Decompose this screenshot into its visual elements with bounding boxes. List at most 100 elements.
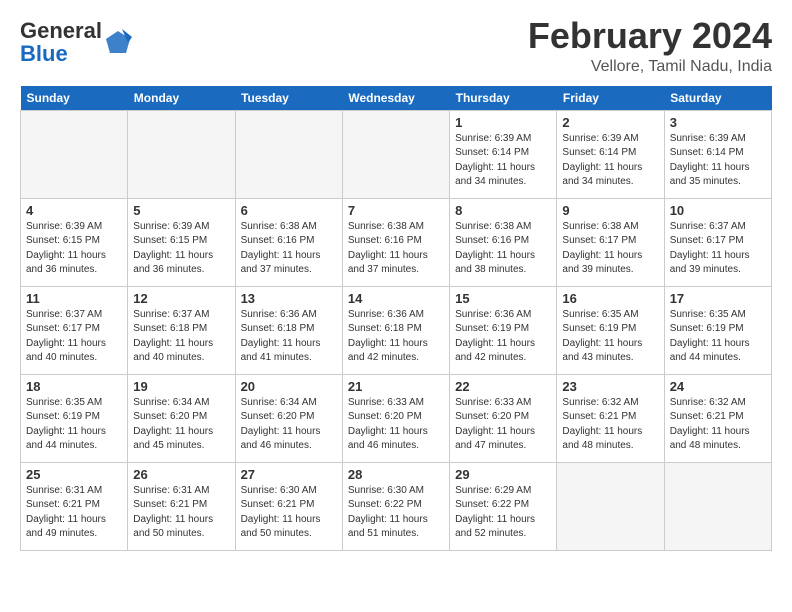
day-number: 1 xyxy=(455,115,551,130)
calendar-cell: 7Sunrise: 6:38 AMSunset: 6:16 PMDaylight… xyxy=(342,198,449,286)
logo-text: General Blue xyxy=(20,20,102,66)
day-info: Sunrise: 6:36 AMSunset: 6:18 PMDaylight:… xyxy=(241,308,337,366)
calendar-cell: 12 Sunrise: 6:37 AMSunset: 6:18 PMDayligh… xyxy=(128,286,235,374)
day-number: 16 xyxy=(562,291,658,306)
day-number: 20 xyxy=(241,379,337,394)
day-info: Sunrise: 6:38 AMSunset: 6:17 PMDaylight:… xyxy=(562,220,658,278)
calendar-cell: 25 Sunrise: 6:31 AMSunset: 6:21 PMDayligh… xyxy=(21,462,128,550)
col-header-friday: Friday xyxy=(557,86,664,111)
calendar-cell: 1 Sunrise: 6:39 AMSunset: 6:14 PMDaylight… xyxy=(450,110,557,198)
calendar-cell: 23Sunrise: 6:32 AMSunset: 6:21 PMDayligh… xyxy=(557,374,664,462)
week-row-5: 25 Sunrise: 6:31 AMSunset: 6:21 PMDayligh… xyxy=(21,462,772,550)
day-info: Sunrise: 6:39 AMSunset: 6:15 PMDaylight:… xyxy=(133,220,229,278)
calendar-cell xyxy=(557,462,664,550)
calendar-cell: 29 Sunrise: 6:29 AMSunset: 6:22 PMDayligh… xyxy=(450,462,557,550)
calendar-table: SundayMondayTuesdayWednesdayThursdayFrid… xyxy=(20,86,772,551)
day-number: 2 xyxy=(562,115,658,130)
calendar-cell: 13 Sunrise: 6:36 AMSunset: 6:18 PMDayligh… xyxy=(235,286,342,374)
day-info: Sunrise: 6:33 AMSunset: 6:20 PMDaylight:… xyxy=(455,396,551,454)
day-number: 18 xyxy=(26,379,122,394)
day-number: 13 xyxy=(241,291,337,306)
calendar-cell xyxy=(342,110,449,198)
day-number: 24 xyxy=(670,379,766,394)
day-number: 21 xyxy=(348,379,444,394)
day-number: 19 xyxy=(133,379,229,394)
calendar-cell: 16 Sunrise: 6:35 AMSunset: 6:19 PMDayligh… xyxy=(557,286,664,374)
day-number: 9 xyxy=(562,203,658,218)
day-number: 15 xyxy=(455,291,551,306)
calendar-cell xyxy=(664,462,771,550)
calendar-cell: 24 Sunrise: 6:32 AMSunset: 6:21 PMDayligh… xyxy=(664,374,771,462)
day-number: 22 xyxy=(455,379,551,394)
week-row-1: 1 Sunrise: 6:39 AMSunset: 6:14 PMDaylight… xyxy=(21,110,772,198)
day-number: 14 xyxy=(348,291,444,306)
day-info: Sunrise: 6:30 AMSunset: 6:22 PMDaylight:… xyxy=(348,484,444,542)
day-info: Sunrise: 6:31 AMSunset: 6:21 PMDaylight:… xyxy=(26,484,122,542)
col-header-monday: Monday xyxy=(128,86,235,111)
logo-blue: Blue xyxy=(20,41,68,66)
day-info: Sunrise: 6:39 AMSunset: 6:14 PMDaylight:… xyxy=(455,132,551,190)
calendar-cell xyxy=(128,110,235,198)
day-number: 25 xyxy=(26,467,122,482)
subtitle: Vellore, Tamil Nadu, India xyxy=(528,58,772,76)
day-number: 23 xyxy=(562,379,658,394)
day-number: 28 xyxy=(348,467,444,482)
calendar-cell: 10Sunrise: 6:37 AMSunset: 6:17 PMDayligh… xyxy=(664,198,771,286)
day-info: Sunrise: 6:32 AMSunset: 6:21 PMDaylight:… xyxy=(670,396,766,454)
calendar-cell xyxy=(235,110,342,198)
title-block: February 2024 Vellore, Tamil Nadu, India xyxy=(528,16,772,76)
day-info: Sunrise: 6:34 AMSunset: 6:20 PMDaylight:… xyxy=(133,396,229,454)
week-row-4: 18 Sunrise: 6:35 AMSunset: 6:19 PMDayligh… xyxy=(21,374,772,462)
day-number: 26 xyxy=(133,467,229,482)
day-number: 17 xyxy=(670,291,766,306)
day-number: 29 xyxy=(455,467,551,482)
week-row-3: 11 Sunrise: 6:37 AMSunset: 6:17 PMDayligh… xyxy=(21,286,772,374)
day-number: 8 xyxy=(455,203,551,218)
day-info: Sunrise: 6:39 AMSunset: 6:15 PMDaylight:… xyxy=(26,220,122,278)
day-info: Sunrise: 6:29 AMSunset: 6:22 PMDaylight:… xyxy=(455,484,551,542)
day-info: Sunrise: 6:30 AMSunset: 6:21 PMDaylight:… xyxy=(241,484,337,542)
day-number: 11 xyxy=(26,291,122,306)
calendar-cell: 3Sunrise: 6:39 AMSunset: 6:14 PMDaylight… xyxy=(664,110,771,198)
calendar-cell: 14 Sunrise: 6:36 AMSunset: 6:18 PMDayligh… xyxy=(342,286,449,374)
calendar-cell: 11 Sunrise: 6:37 AMSunset: 6:17 PMDayligh… xyxy=(21,286,128,374)
calendar-cell: 8 Sunrise: 6:38 AMSunset: 6:16 PMDaylight… xyxy=(450,198,557,286)
day-number: 5 xyxy=(133,203,229,218)
calendar-cell: 17 Sunrise: 6:35 AMSunset: 6:19 PMDayligh… xyxy=(664,286,771,374)
day-info: Sunrise: 6:38 AMSunset: 6:16 PMDaylight:… xyxy=(348,220,444,278)
calendar-cell: 6Sunrise: 6:38 AMSunset: 6:16 PMDaylight… xyxy=(235,198,342,286)
day-info: Sunrise: 6:35 AMSunset: 6:19 PMDaylight:… xyxy=(562,308,658,366)
calendar-cell: 19 Sunrise: 6:34 AMSunset: 6:20 PMDayligh… xyxy=(128,374,235,462)
calendar-cell: 2Sunrise: 6:39 AMSunset: 6:14 PMDaylight… xyxy=(557,110,664,198)
calendar-cell: 15Sunrise: 6:36 AMSunset: 6:19 PMDayligh… xyxy=(450,286,557,374)
calendar-cell xyxy=(21,110,128,198)
day-number: 10 xyxy=(670,203,766,218)
day-info: Sunrise: 6:37 AMSunset: 6:18 PMDaylight:… xyxy=(133,308,229,366)
calendar-cell: 18 Sunrise: 6:35 AMSunset: 6:19 PMDayligh… xyxy=(21,374,128,462)
day-info: Sunrise: 6:35 AMSunset: 6:19 PMDaylight:… xyxy=(26,396,122,454)
logo: General Blue xyxy=(20,20,132,66)
day-info: Sunrise: 6:34 AMSunset: 6:20 PMDaylight:… xyxy=(241,396,337,454)
calendar-cell: 20 Sunrise: 6:34 AMSunset: 6:20 PMDayligh… xyxy=(235,374,342,462)
page-container: General Blue February 2024 Vellore, Tami… xyxy=(0,0,792,563)
col-header-tuesday: Tuesday xyxy=(235,86,342,111)
day-number: 4 xyxy=(26,203,122,218)
logo-general: General xyxy=(20,18,102,43)
day-info: Sunrise: 6:36 AMSunset: 6:18 PMDaylight:… xyxy=(348,308,444,366)
day-info: Sunrise: 6:35 AMSunset: 6:19 PMDaylight:… xyxy=(670,308,766,366)
calendar-cell: 27 Sunrise: 6:30 AMSunset: 6:21 PMDayligh… xyxy=(235,462,342,550)
calendar-cell: 4 Sunrise: 6:39 AMSunset: 6:15 PMDaylight… xyxy=(21,198,128,286)
logo-icon xyxy=(104,29,132,57)
day-number: 3 xyxy=(670,115,766,130)
day-info: Sunrise: 6:37 AMSunset: 6:17 PMDaylight:… xyxy=(26,308,122,366)
week-row-2: 4 Sunrise: 6:39 AMSunset: 6:15 PMDaylight… xyxy=(21,198,772,286)
day-info: Sunrise: 6:38 AMSunset: 6:16 PMDaylight:… xyxy=(455,220,551,278)
col-header-wednesday: Wednesday xyxy=(342,86,449,111)
day-info: Sunrise: 6:31 AMSunset: 6:21 PMDaylight:… xyxy=(133,484,229,542)
day-number: 12 xyxy=(133,291,229,306)
calendar-cell: 22 Sunrise: 6:33 AMSunset: 6:20 PMDayligh… xyxy=(450,374,557,462)
calendar-cell: 5 Sunrise: 6:39 AMSunset: 6:15 PMDaylight… xyxy=(128,198,235,286)
col-header-thursday: Thursday xyxy=(450,86,557,111)
day-info: Sunrise: 6:33 AMSunset: 6:20 PMDaylight:… xyxy=(348,396,444,454)
day-number: 27 xyxy=(241,467,337,482)
